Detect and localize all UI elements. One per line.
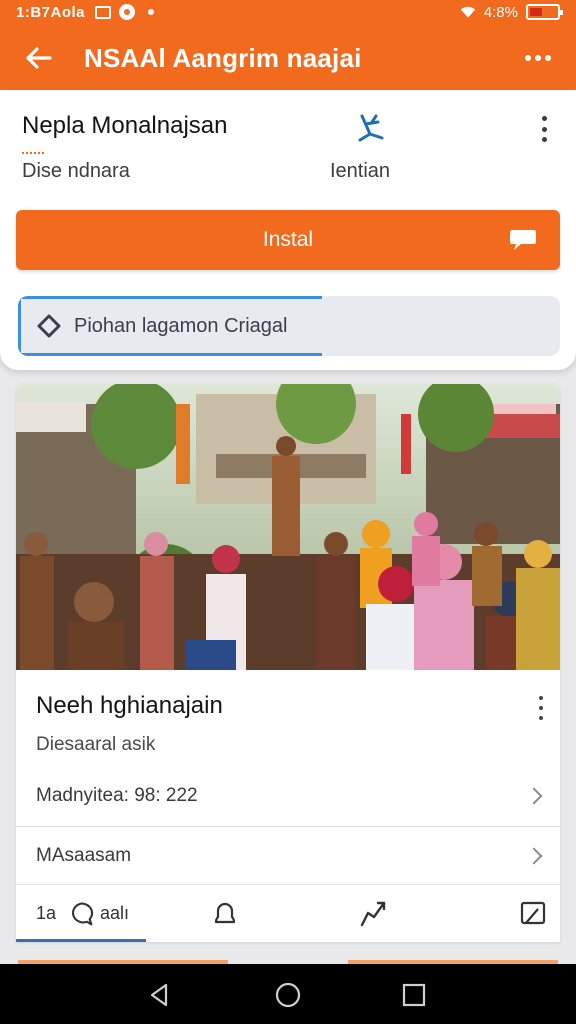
post-menu-button[interactable] (534, 696, 548, 720)
nav-home-icon[interactable] (274, 981, 302, 1009)
flag-icon[interactable] (518, 899, 548, 929)
status-time: 1:B7Aola (16, 3, 86, 21)
battery-icon (526, 4, 563, 20)
detail-row-label: Madnyitea: 98: 222 (36, 785, 198, 806)
stick-figure-icon (358, 114, 384, 142)
comment-label: aalı (100, 903, 130, 923)
back-button[interactable] (18, 38, 58, 78)
accent-divider (22, 152, 44, 154)
dot-icon (143, 4, 159, 20)
more-vertical-icon (539, 696, 543, 700)
app-meta: Ientian (330, 160, 391, 182)
wifi-icon (460, 4, 476, 20)
notification-circle-icon (119, 4, 136, 20)
install-button[interactable]: Instal (16, 210, 560, 270)
app-bar: NSAAl Aangrim naajai (0, 26, 576, 90)
chevron-right-icon (525, 787, 543, 805)
app-name: Nepla Monalnajsan (22, 112, 228, 139)
comment-button[interactable]: 1a aalı (36, 901, 129, 927)
battery-percent: 4:8% (483, 3, 518, 21)
focus-outline (18, 296, 322, 299)
post-image[interactable] (16, 384, 560, 670)
arrow-left-icon (26, 47, 52, 69)
active-tab-indicator (16, 939, 146, 942)
app-subtitle: Dise ndnara (22, 160, 130, 182)
more-options-button[interactable] (518, 38, 558, 78)
app-title: NSAAl Aangrim naajai (84, 42, 362, 73)
card-menu-button[interactable] (532, 114, 556, 144)
post-card[interactable]: Neeh hghianajain Diesaaral asik Madnyite… (16, 384, 560, 942)
detail-row[interactable]: MAsaasam (16, 826, 560, 884)
app-info-card: Nepla Monalnajsan Dise ndnara Ientian In… (0, 90, 576, 370)
detail-row[interactable]: Madnyitea: 98: 222 (16, 767, 560, 825)
comment-count: 1a (36, 903, 57, 923)
bell-icon[interactable] (210, 899, 240, 929)
chevron-right-icon (525, 847, 543, 864)
more-horizontal-icon (525, 55, 531, 61)
search-input[interactable]: Piohan lagamon Criagal (18, 296, 560, 356)
nav-back-icon[interactable] (146, 981, 174, 1009)
post-title: Neeh hghianajain (36, 692, 223, 719)
nav-recent-icon[interactable] (400, 981, 428, 1009)
post-action-bar: 1a aalı (16, 884, 560, 942)
mail-icon (95, 4, 112, 20)
detail-row-label: MAsaasam (36, 844, 132, 866)
chat-bubble-icon (510, 230, 536, 250)
post-subtitle: Diesaaral asik (36, 734, 156, 755)
tag-icon (37, 314, 61, 338)
share-icon[interactable] (358, 899, 388, 929)
search-value: Piohan lagamon Criagal (74, 314, 288, 337)
comment-icon (72, 902, 94, 925)
status-bar: 1:B7Aola 4:8% (0, 0, 576, 24)
system-nav-bar (0, 964, 576, 1024)
install-label: Instal (262, 228, 314, 251)
more-vertical-icon (541, 116, 547, 121)
